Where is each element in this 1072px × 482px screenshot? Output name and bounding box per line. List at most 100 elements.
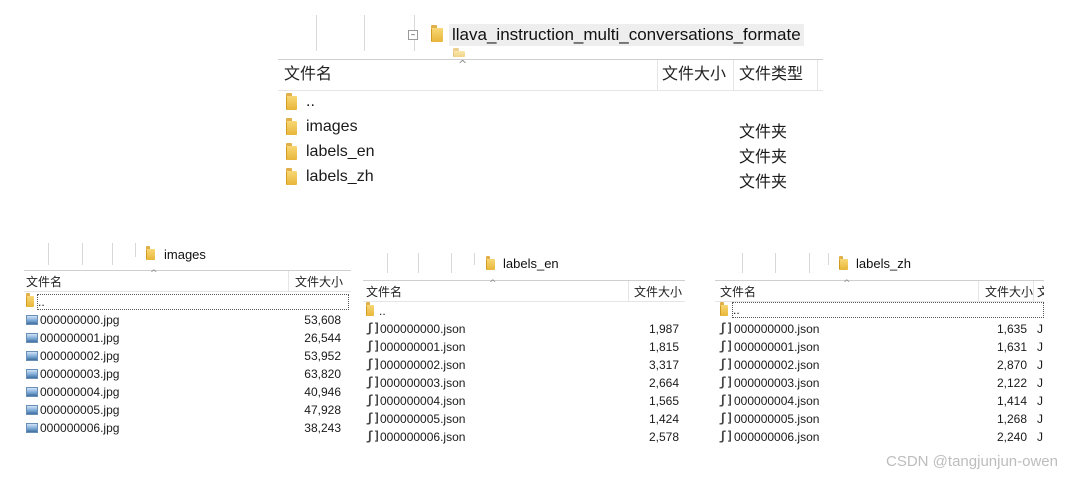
file-size: 2,664 xyxy=(648,376,679,390)
column-name[interactable]: 文件名 xyxy=(720,281,975,301)
file-type: J xyxy=(1037,376,1043,390)
list-item[interactable]: ʃ] 000000004.json 1,414 J xyxy=(715,392,1044,410)
list-item[interactable]: ʃ] 000000006.json 2,578 xyxy=(363,428,685,446)
list-item[interactable]: .. xyxy=(24,293,351,311)
file-size: 2,870 xyxy=(996,358,1027,372)
tree-item-current-folder[interactable]: images xyxy=(164,247,206,262)
json-file-icon: ʃ] xyxy=(719,339,734,353)
list-item[interactable]: 000000005.jpg 47,928 xyxy=(24,401,351,419)
file-size: 2,240 xyxy=(996,430,1027,444)
tree-guide-line xyxy=(451,253,452,273)
column-type[interactable]: 文 xyxy=(1037,281,1044,301)
tree-item-current-folder[interactable]: labels_zh xyxy=(856,256,911,271)
file-name: .. xyxy=(37,294,349,310)
tree-item-current-folder[interactable]: llava_instruction_multi_conversations_fo… xyxy=(449,24,804,46)
tree-guide-line xyxy=(364,15,365,51)
list-item[interactable]: ʃ] 000000001.json 1,815 xyxy=(363,338,685,356)
column-divider[interactable] xyxy=(657,60,658,90)
list-item[interactable]: ʃ] 000000000.json 1,635 J xyxy=(715,320,1044,338)
file-name: 000000000.json xyxy=(734,322,820,336)
json-file-icon: ʃ] xyxy=(366,321,381,335)
folder-icon xyxy=(453,48,465,57)
file-size: 1,565 xyxy=(648,394,679,408)
file-name: 000000005.json xyxy=(734,412,820,426)
list-item[interactable]: 000000006.jpg 38,243 xyxy=(24,419,351,437)
list-item[interactable]: ʃ] 000000000.json 1,987 xyxy=(363,320,685,338)
tree-guide-line xyxy=(316,15,317,51)
image-file-icon xyxy=(26,351,38,361)
file-name: 000000004.json xyxy=(380,394,466,408)
list-item[interactable]: ʃ] 000000003.json 2,122 J xyxy=(715,374,1044,392)
list-item[interactable]: ʃ] 000000002.json 3,317 xyxy=(363,356,685,374)
file-name: .. xyxy=(379,304,386,318)
column-name[interactable]: 文件名 xyxy=(26,271,286,291)
file-size: 1,424 xyxy=(648,412,679,426)
list-item[interactable]: 000000004.jpg 40,946 xyxy=(24,383,351,401)
json-file-icon: ʃ] xyxy=(366,375,381,389)
list-item[interactable]: ʃ] 000000001.json 1,631 J xyxy=(715,338,1044,356)
folder-tree: labels_en xyxy=(363,253,685,280)
list-item[interactable]: 000000003.jpg 63,820 xyxy=(24,365,351,383)
images-explorer-panel: images ^ 文件名 文件大小 .. 000000000.jpg 53,60… xyxy=(24,243,351,461)
list-item[interactable]: labels_zh 文件夹 xyxy=(278,166,823,191)
list-item[interactable]: ʃ] 000000002.json 2,870 J xyxy=(715,356,1044,374)
json-file-icon: ʃ] xyxy=(366,393,381,407)
json-file-icon: ʃ] xyxy=(719,321,734,335)
column-name[interactable]: 文件名 xyxy=(366,281,626,301)
file-type: J xyxy=(1037,430,1043,444)
column-size[interactable]: 文件大小 xyxy=(295,271,351,291)
tree-guide-line xyxy=(135,243,136,257)
tree-item-current-folder[interactable]: labels_en xyxy=(503,256,559,271)
file-size: 53,952 xyxy=(304,349,341,363)
list-item[interactable]: images 文件夹 xyxy=(278,116,823,141)
column-divider[interactable] xyxy=(1033,281,1034,301)
list-item[interactable]: ʃ] 000000005.json 1,268 J xyxy=(715,410,1044,428)
column-divider[interactable] xyxy=(817,60,818,90)
column-divider[interactable] xyxy=(978,281,979,301)
tree-guide-line xyxy=(387,253,388,273)
tree-guide-line xyxy=(48,243,49,265)
column-size[interactable]: 文件大小 xyxy=(985,281,1035,301)
list-item[interactable]: .. xyxy=(278,91,823,116)
file-name: .. xyxy=(306,93,315,110)
file-list: .. images 文件夹 labels_en 文件夹 labels_zh 文件… xyxy=(278,91,823,191)
file-name: 000000002.json xyxy=(734,358,820,372)
column-divider[interactable] xyxy=(733,60,734,90)
file-size: 26,544 xyxy=(304,331,341,345)
list-item[interactable]: ʃ] 000000003.json 2,664 xyxy=(363,374,685,392)
list-item[interactable]: 000000000.jpg 53,608 xyxy=(24,311,351,329)
column-type[interactable]: 文件类型 xyxy=(739,60,819,90)
file-size: 53,608 xyxy=(304,313,341,327)
file-name: 000000004.json xyxy=(734,394,820,408)
file-type: J xyxy=(1037,322,1043,336)
list-item[interactable]: 000000002.jpg 53,952 xyxy=(24,347,351,365)
file-name: 000000004.jpg xyxy=(40,385,120,399)
file-name: 000000006.json xyxy=(734,430,820,444)
image-file-icon xyxy=(26,387,38,397)
file-size: 1,631 xyxy=(996,340,1027,354)
list-item[interactable]: .. xyxy=(363,302,685,320)
collapse-toggle-icon[interactable]: – xyxy=(408,30,418,40)
file-name: 000000000.json xyxy=(380,322,466,336)
folder-icon xyxy=(286,143,297,160)
column-divider[interactable] xyxy=(628,281,629,301)
tree-guide-line xyxy=(828,253,829,265)
file-list: .. ʃ] 000000000.json 1,987 ʃ] 000000001.… xyxy=(363,302,685,446)
list-item[interactable]: ʃ] 000000004.json 1,565 xyxy=(363,392,685,410)
file-name: 000000000.jpg xyxy=(40,313,120,327)
file-size: 2,578 xyxy=(648,430,679,444)
file-name: 000000003.jpg xyxy=(40,367,120,381)
file-name: images xyxy=(306,118,358,135)
folder-icon xyxy=(286,118,297,135)
file-size: 1,268 xyxy=(996,412,1027,426)
file-type: 文件夹 xyxy=(739,149,788,166)
list-item[interactable]: .. xyxy=(715,302,1044,320)
list-item[interactable]: labels_en 文件夹 xyxy=(278,141,823,166)
list-item[interactable]: ʃ] 000000006.json 2,240 J xyxy=(715,428,1044,446)
list-item[interactable]: ʃ] 000000005.json 1,424 xyxy=(363,410,685,428)
column-name[interactable]: 文件名 xyxy=(284,60,654,90)
column-size[interactable]: 文件大小 xyxy=(662,60,732,90)
list-item[interactable]: 000000001.jpg 26,544 xyxy=(24,329,351,347)
column-size[interactable]: 文件大小 xyxy=(634,281,685,301)
column-divider[interactable] xyxy=(288,271,289,291)
